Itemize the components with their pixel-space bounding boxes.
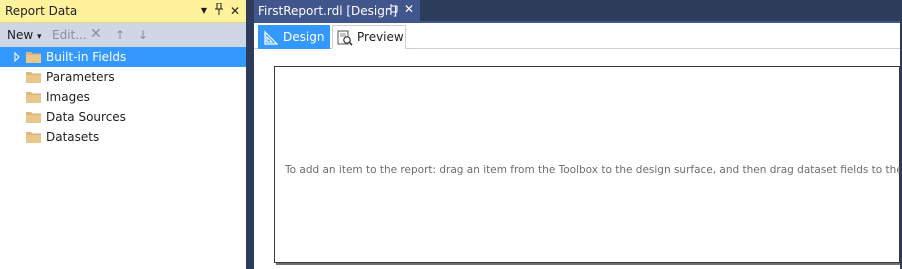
report-data-pane: Report Data ▼ ✕ New ▾ Edit... ✕ ↑ ↓ Buil… bbox=[0, 0, 246, 269]
folder-icon bbox=[26, 132, 41, 143]
chevron-down-icon: ▾ bbox=[37, 32, 42, 42]
edit-button[interactable]: Edit... bbox=[52, 27, 87, 43]
folder-icon bbox=[26, 52, 41, 63]
tree-item-data-sources[interactable]: Data Sources bbox=[0, 107, 246, 127]
expand-arrow-icon[interactable] bbox=[12, 50, 22, 64]
delete-icon[interactable]: ✕ bbox=[90, 26, 102, 42]
design-ruler-icon bbox=[264, 30, 279, 45]
pane-title-bar: Report Data ▼ ✕ bbox=[0, 0, 246, 23]
tab-preview-label: Preview bbox=[357, 30, 404, 44]
document-tab[interactable]: FirstReport.rdl [Design] ✕ bbox=[254, 0, 420, 21]
tree-item-datasets[interactable]: Datasets bbox=[0, 127, 246, 147]
new-button-label: New bbox=[7, 28, 34, 42]
new-button[interactable]: New ▾ bbox=[7, 27, 42, 45]
report-designer: Design Preview To add an item to the rep… bbox=[254, 23, 902, 269]
tree-item-label: Images bbox=[46, 90, 90, 104]
tree-item-built-in-fields[interactable]: Built-in Fields bbox=[0, 47, 246, 67]
design-surface-hint: To add an item to the report: drag an it… bbox=[285, 164, 902, 176]
folder-icon bbox=[26, 112, 41, 123]
move-down-icon[interactable]: ↓ bbox=[138, 27, 148, 43]
window-position-dropdown-icon[interactable]: ▼ bbox=[197, 3, 211, 19]
preview-magnifier-icon bbox=[337, 30, 353, 46]
folder-icon bbox=[26, 92, 41, 103]
pane-splitter[interactable] bbox=[246, 0, 254, 269]
tree-item-label: Parameters bbox=[46, 70, 115, 84]
design-surface[interactable]: To add an item to the report: drag an it… bbox=[274, 66, 902, 263]
close-tab-icon[interactable]: ✕ bbox=[404, 2, 414, 16]
document-tab-title: FirstReport.rdl [Design] bbox=[258, 4, 398, 18]
pane-title: Report Data bbox=[5, 4, 78, 18]
close-icon[interactable]: ✕ bbox=[228, 3, 242, 19]
pin-tab-icon[interactable] bbox=[386, 3, 398, 18]
tree-item-label: Data Sources bbox=[46, 110, 126, 124]
tab-preview[interactable]: Preview bbox=[332, 25, 406, 49]
tab-design-label: Design bbox=[283, 30, 325, 44]
tab-design[interactable]: Design bbox=[258, 25, 330, 49]
view-tabs: Design Preview bbox=[254, 23, 902, 49]
tree-item-parameters[interactable]: Parameters bbox=[0, 67, 246, 87]
tree-item-label: Built-in Fields bbox=[46, 50, 127, 64]
pin-icon[interactable] bbox=[212, 2, 226, 19]
pane-toolbar: New ▾ Edit... ✕ ↑ ↓ bbox=[0, 23, 246, 47]
folder-icon bbox=[26, 72, 41, 83]
tree-item-label: Datasets bbox=[46, 130, 100, 144]
tree-item-images[interactable]: Images bbox=[0, 87, 246, 107]
move-up-icon[interactable]: ↑ bbox=[115, 27, 125, 43]
report-data-tree: Built-in Fields Parameters Images Data S… bbox=[0, 47, 246, 147]
